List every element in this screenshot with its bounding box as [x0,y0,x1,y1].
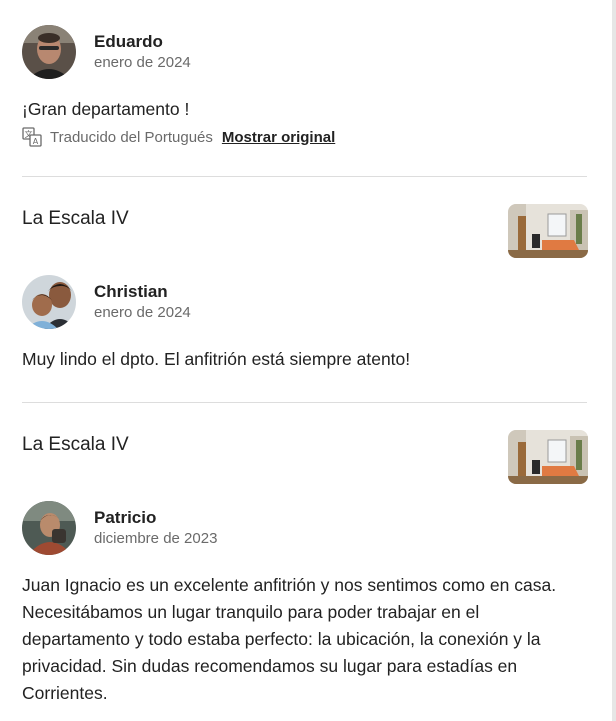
show-original-link[interactable]: Mostrar original [222,129,335,146]
divider [22,402,587,403]
reviewer-header: Eduardo enero de 2024 [22,24,588,80]
review-card: La Escala IV [22,430,588,707]
listing-thumbnail[interactable] [508,430,588,484]
scrollbar[interactable] [612,0,616,721]
avatar[interactable] [22,25,76,79]
reviewer-header: Patricio diciembre de 2023 [22,500,588,556]
translation-notice: 文 A Traducido del Portugués Mostrar orig… [22,127,588,147]
review-text: ¡Gran departamento ! [22,99,190,119]
avatar[interactable] [22,275,76,329]
review-date: enero de 2024 [94,54,191,71]
reviewer-header: Christian enero de 2024 [22,274,588,330]
listing-header: La Escala IV [22,204,588,258]
review-text: Juan Ignacio es un excelente anfitrión y… [22,575,557,703]
translated-from-label: Traducido del Portugués [50,128,213,146]
divider [22,176,587,177]
translate-icon: 文 A [22,127,42,147]
reviewer-name: Christian [94,282,168,301]
listing-title[interactable]: La Escala IV [22,207,129,231]
listing-header: La Escala IV [22,430,588,484]
listing-title[interactable]: La Escala IV [22,433,129,457]
review-text: Muy lindo el dpto. El anfitrión está sie… [22,349,411,369]
listing-thumbnail[interactable] [508,204,588,258]
reviewer-name: Eduardo [94,32,163,51]
svg-text:A: A [33,137,39,146]
review-card: La Escala IV [22,204,588,373]
avatar[interactable] [22,501,76,555]
review-date: enero de 2024 [94,304,191,321]
review-date: diciembre de 2023 [94,530,218,547]
reviewer-name: Patricio [94,508,157,527]
review-card: Eduardo enero de 2024 ¡Gran departamento… [22,24,588,147]
